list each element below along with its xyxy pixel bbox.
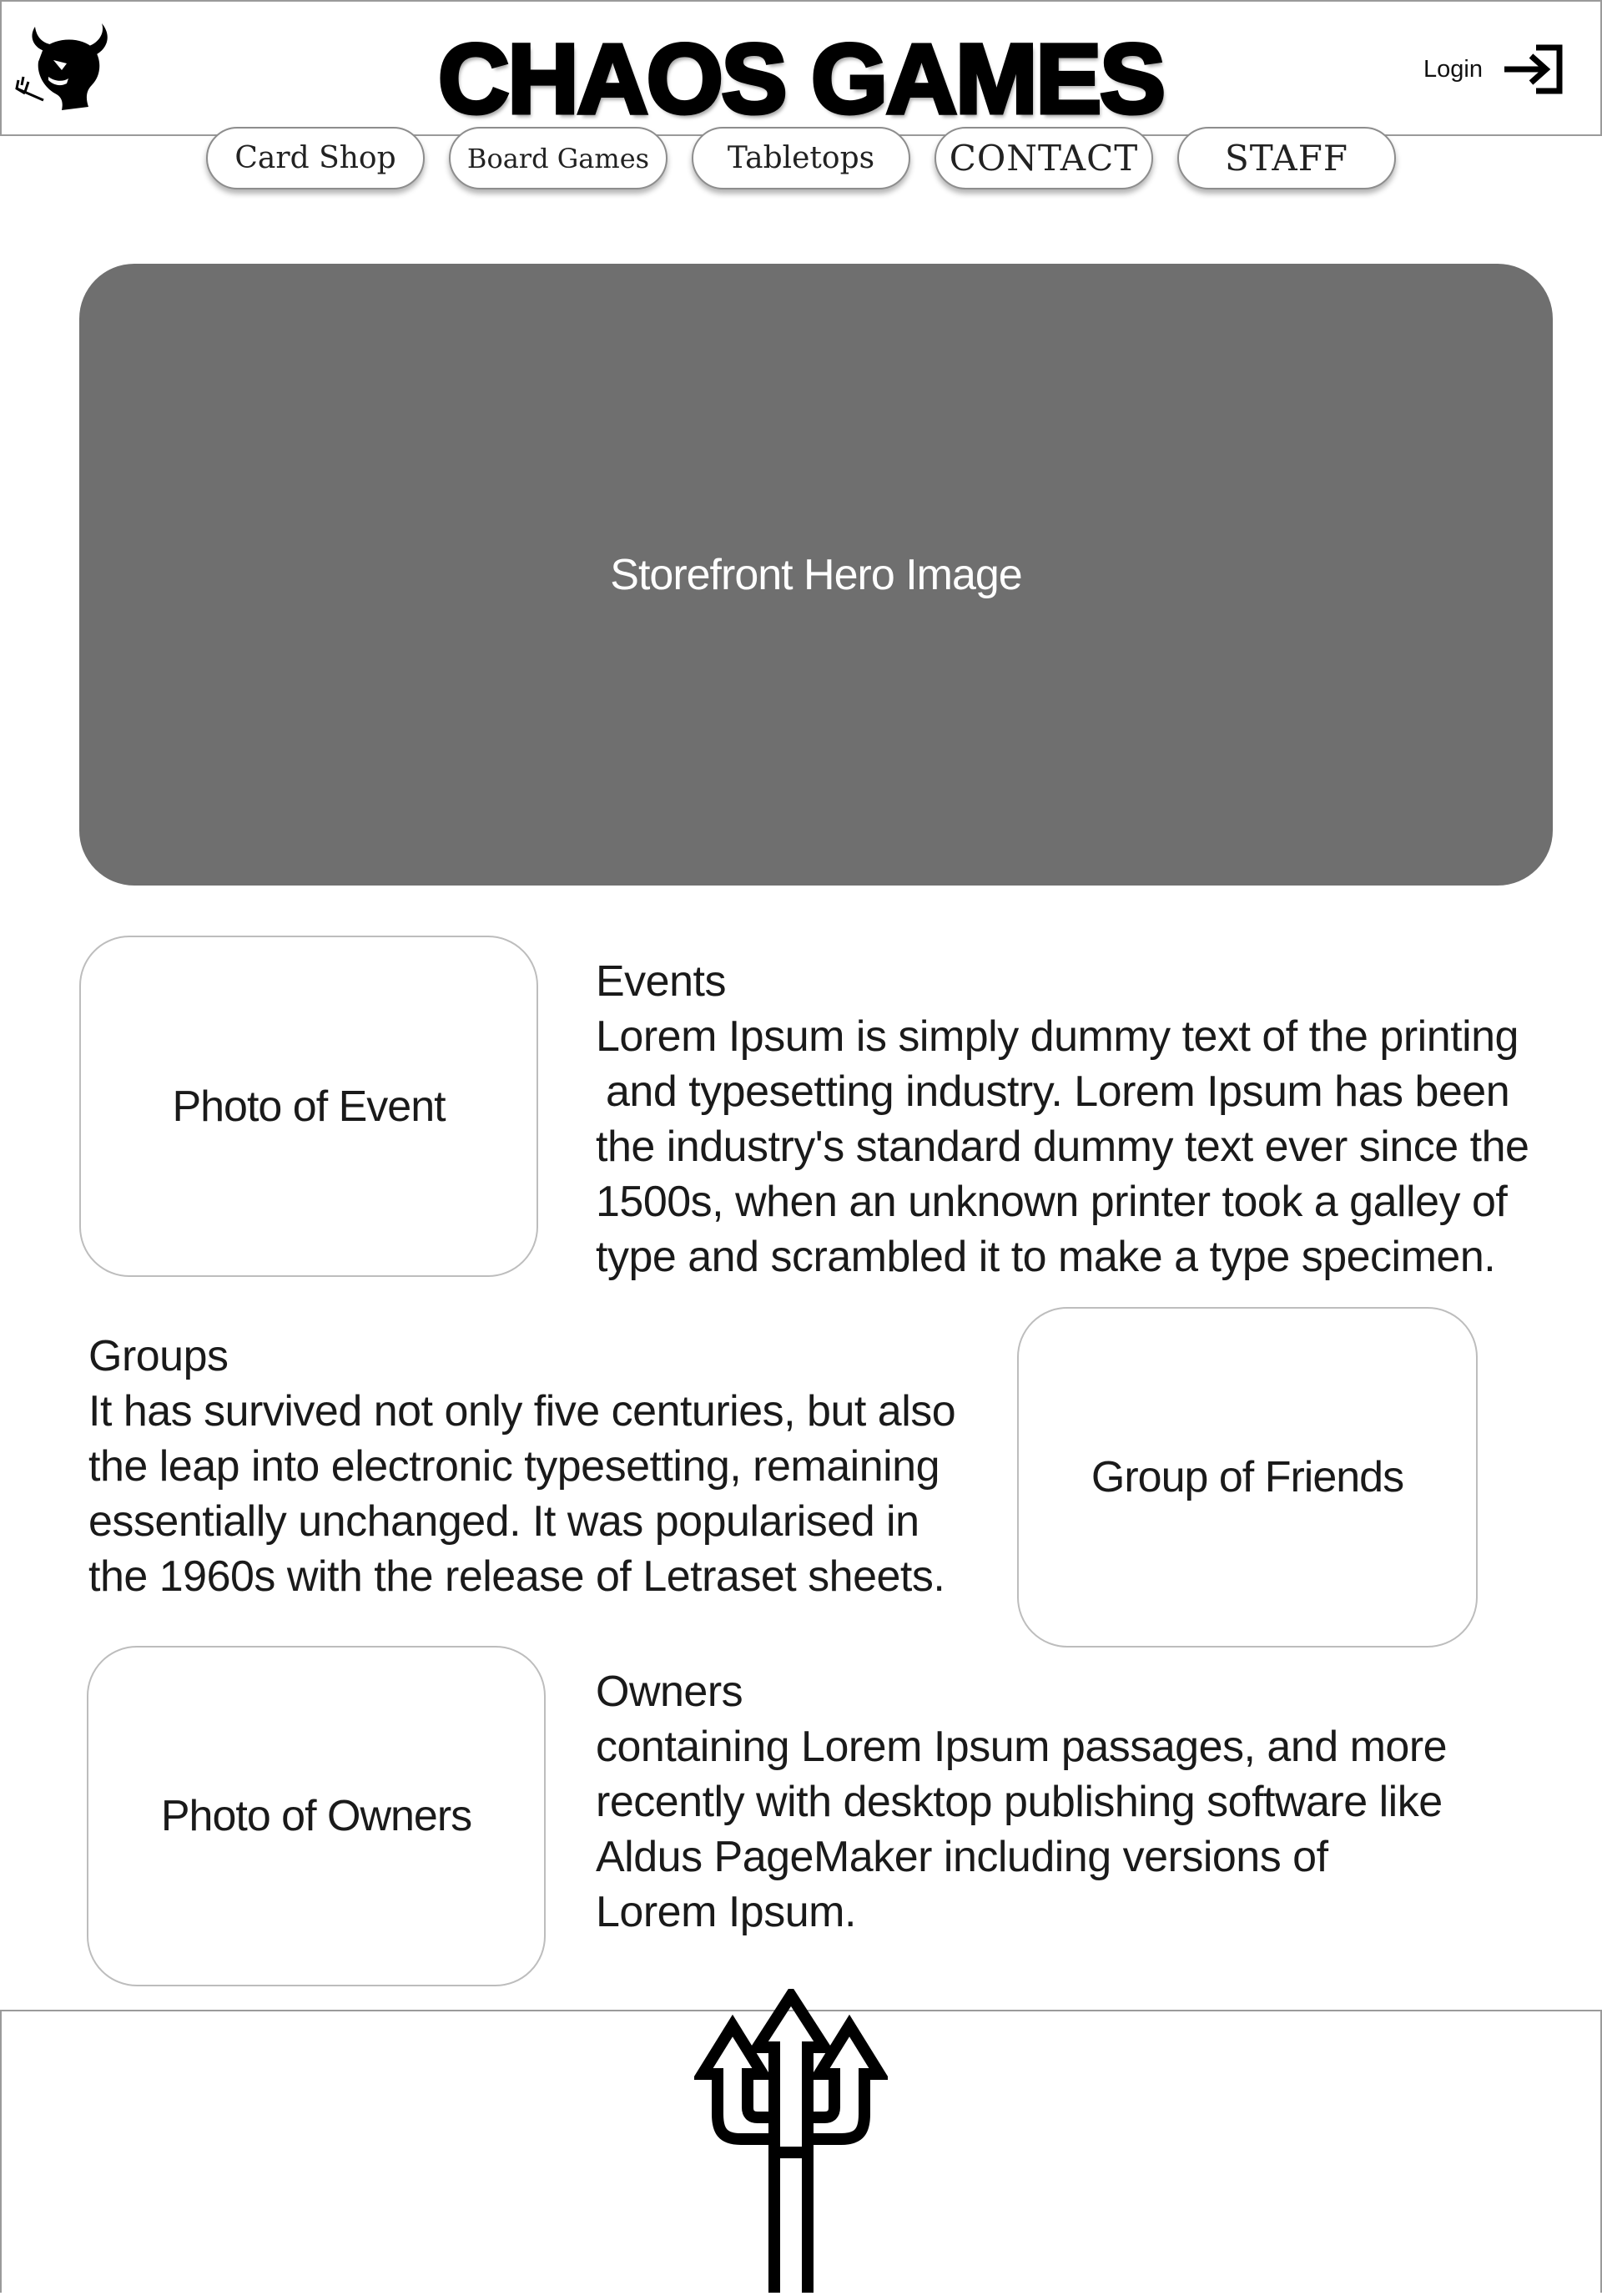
owners-heading: Owners xyxy=(596,1668,743,1716)
events-line: type and scrambled it to make a type spe… xyxy=(596,1233,1496,1281)
owners-line: Aldus PageMaker including versions of xyxy=(596,1833,1328,1881)
groups-line: essentially unchanged. It was popularise… xyxy=(88,1497,919,1546)
groups-section: Groups It has survived not only five cen… xyxy=(88,1329,1015,1604)
nav-tabletops[interactable]: Tabletops xyxy=(692,127,910,189)
owners-line: recently with desktop publishing softwar… xyxy=(596,1778,1443,1826)
login-label: Login xyxy=(1423,55,1483,83)
nav-board-games[interactable]: Board Games xyxy=(449,127,668,189)
events-heading: Events xyxy=(596,957,726,1006)
owners-line: Lorem Ipsum. xyxy=(596,1888,856,1936)
group-photo-label: Group of Friends xyxy=(1091,1453,1404,1501)
owners-line: containing Lorem Ipsum passages, and mor… xyxy=(596,1723,1448,1771)
login-arrow-icon xyxy=(1503,44,1563,94)
groups-line: the 1960s with the release of Letraset s… xyxy=(88,1552,945,1601)
event-photo: Photo of Event xyxy=(79,936,538,1277)
hero-image: Storefront Hero Image xyxy=(79,264,1553,886)
owners-photo-label: Photo of Owners xyxy=(160,1792,472,1840)
owners-section: Owners containing Lorem Ipsum passages, … xyxy=(596,1664,1589,1940)
groups-heading: Groups xyxy=(88,1332,229,1380)
groups-line: It has survived not only five centuries,… xyxy=(88,1387,956,1436)
site-title[interactable]: CHAOS GAMES xyxy=(0,28,1602,131)
groups-line: the leap into electronic typesetting, re… xyxy=(88,1442,940,1491)
nav-card-shop[interactable]: Card Shop xyxy=(206,127,425,189)
nav-contact[interactable]: CONTACT xyxy=(934,127,1153,189)
owners-photo: Photo of Owners xyxy=(87,1646,546,1986)
events-line: Lorem Ipsum is simply dummy text of the … xyxy=(596,1012,1519,1061)
event-photo-label: Photo of Event xyxy=(172,1082,446,1131)
events-line: 1500s, when an unknown printer took a ga… xyxy=(596,1178,1508,1226)
nav-staff[interactable]: STAFF xyxy=(1177,127,1396,189)
trident-icon xyxy=(692,1985,890,2293)
group-photo: Group of Friends xyxy=(1017,1307,1478,1648)
events-section: Events Lorem Ipsum is simply dummy text … xyxy=(596,954,1589,1284)
login-button[interactable]: Login xyxy=(1423,42,1563,97)
hero-label: Storefront Hero Image xyxy=(610,550,1022,599)
events-line: the industry's standard dummy text ever … xyxy=(596,1123,1529,1171)
events-line: and typesetting industry. Lorem Ipsum ha… xyxy=(606,1067,1510,1116)
